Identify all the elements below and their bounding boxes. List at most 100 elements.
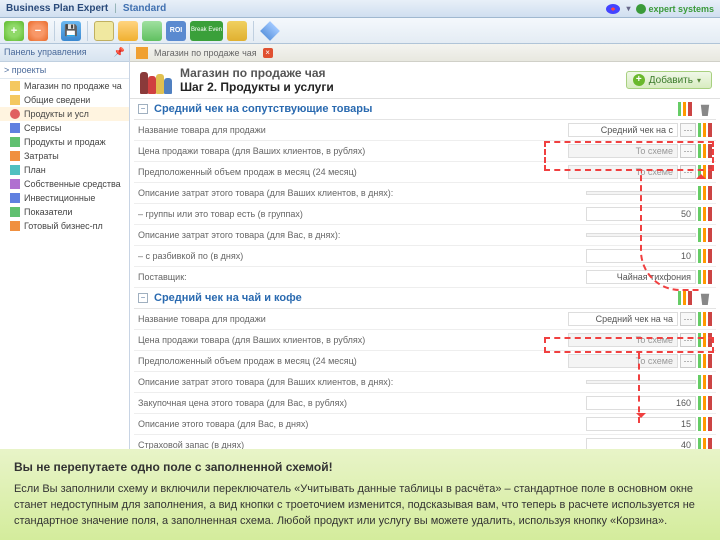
page-step: Шаг 2. Продукты и услуги	[180, 80, 334, 94]
field-label: – с разбивкой по (в днях)	[138, 251, 586, 261]
titlebar: Business Plan Expert | Standard ▾ expert…	[0, 0, 720, 18]
mini-chart-icon[interactable]	[698, 354, 712, 368]
breadcrumb: Магазин по продаже чая ×	[130, 44, 720, 62]
sidebar-item[interactable]: Продукты и усл	[0, 107, 129, 121]
language-icon[interactable]	[606, 4, 620, 14]
sidebar-item-icon	[10, 109, 20, 119]
mini-chart-icon[interactable]	[698, 396, 712, 410]
form-row: Цена продажи товара (для Ваших клиентов,…	[134, 141, 716, 162]
dots-button[interactable]: ⋯	[680, 333, 696, 347]
toolbar-sep	[253, 21, 254, 41]
breadcrumb-text[interactable]: Магазин по продаже чая	[154, 48, 257, 58]
save-button[interactable]: 💾	[61, 21, 81, 41]
sidebar-item-icon	[10, 165, 20, 175]
field-label: Предположенный объем продаж в месяц (24 …	[138, 356, 568, 366]
sidebar-item[interactable]: Общие сведени	[0, 93, 129, 107]
field-value[interactable]: То схеме	[568, 333, 678, 347]
field-value[interactable]: Средний чек на с	[568, 123, 678, 137]
dots-button[interactable]: ⋯	[680, 123, 696, 137]
field-label: Поставщик:	[138, 272, 586, 282]
field-value[interactable]: Средний чек на ча	[568, 312, 678, 326]
sidebar-item[interactable]: Продукты и продаж	[0, 135, 129, 149]
trash-icon[interactable]	[698, 291, 712, 305]
sidebar-item[interactable]: Инвестиционные	[0, 191, 129, 205]
chart-button[interactable]	[142, 21, 162, 41]
sidebar-item-label: Затраты	[24, 151, 59, 161]
form-row: Название товара для продажиСредний чек н…	[134, 309, 716, 330]
sidebar-item-label: Инвестиционные	[24, 193, 95, 203]
sidebar-item[interactable]: Показатели	[0, 205, 129, 219]
dropdown-icon[interactable]: ▾	[626, 4, 630, 13]
mini-chart-icon[interactable]	[698, 270, 712, 284]
mini-chart-icon[interactable]	[698, 333, 712, 347]
mini-chart-icon[interactable]	[698, 228, 712, 242]
chart-icon[interactable]	[678, 291, 692, 305]
field-value[interactable]: То схеме	[568, 144, 678, 158]
main-area: Магазин по продаже чая × Магазин по прод…	[130, 44, 720, 464]
chart-icon[interactable]	[678, 102, 692, 116]
breakeven-button[interactable]: Break Even	[190, 21, 223, 41]
tip-body: Если Вы заполнили схему и включили перек…	[14, 482, 706, 530]
mini-chart-icon[interactable]	[698, 375, 712, 389]
mini-chart-icon[interactable]	[698, 186, 712, 200]
sidebar-item[interactable]: Сервисы	[0, 121, 129, 135]
form-row: – с разбивкой по (в днях)10	[134, 246, 716, 267]
mini-chart-icon[interactable]	[698, 312, 712, 326]
field-value[interactable]: 160	[586, 396, 696, 410]
sidebar-item-icon	[10, 193, 20, 203]
sidebar-root[interactable]: Магазин по продаже ча	[0, 79, 129, 93]
form-row: Предположенный объем продаж в месяц (24 …	[134, 351, 716, 372]
calc-button[interactable]	[94, 21, 114, 41]
page-header: Магазин по продаже чая Шаг 2. Продукты и…	[130, 62, 720, 99]
roi-button[interactable]: ROI	[166, 21, 186, 41]
toolbar-sep	[54, 21, 55, 41]
add-button[interactable]: +	[4, 21, 24, 41]
puzzle-button[interactable]	[227, 21, 247, 41]
sidebar-item[interactable]: Собственные средства	[0, 177, 129, 191]
field-label: Описание этого товара (для Вас, в днях)	[138, 419, 586, 429]
field-label: – группы или это товар есть (в группах)	[138, 209, 586, 219]
close-tab-icon[interactable]: ×	[263, 48, 273, 58]
app-mode: Standard	[123, 3, 166, 14]
funnel-button[interactable]	[118, 21, 138, 41]
sidebar-item-label: Продукты и продаж	[24, 137, 106, 147]
sidebar-item-icon	[10, 95, 20, 105]
title-sep: |	[114, 3, 117, 14]
pin-icon[interactable]: 📌	[114, 47, 125, 58]
form-row: – группы или это товар есть (в группах)5…	[134, 204, 716, 225]
diamond-button[interactable]	[260, 21, 280, 41]
trash-icon[interactable]	[698, 102, 712, 116]
form-row: Закупочная цена этого товара (для Вас, в…	[134, 393, 716, 414]
sidebar-item-icon	[10, 151, 20, 161]
mini-chart-icon[interactable]	[698, 207, 712, 221]
form-row: Описание затрат этого товара (для Вас, в…	[134, 225, 716, 246]
mini-chart-icon[interactable]	[698, 417, 712, 431]
sidebar-projects[interactable]: > проекты	[0, 62, 129, 79]
collapse-icon[interactable]: −	[138, 104, 148, 114]
section-title: Средний чек на сопутствующие товары	[154, 103, 672, 115]
field-label: Описание затрат этого товара (для Ваших …	[138, 188, 586, 198]
collapse-icon[interactable]: −	[138, 293, 148, 303]
dots-button[interactable]: ⋯	[680, 144, 696, 158]
sidebar-item-icon	[10, 179, 20, 189]
mini-chart-icon[interactable]	[698, 144, 712, 158]
add-product-button[interactable]: Добавить	[626, 71, 712, 89]
sidebar-item-icon	[10, 137, 20, 147]
delete-button[interactable]: −	[28, 21, 48, 41]
tip-title: Вы не перепутаете одно поле с заполненно…	[14, 459, 706, 476]
field-value[interactable]	[586, 380, 696, 384]
dots-button[interactable]: ⋯	[680, 354, 696, 368]
mini-chart-icon[interactable]	[698, 123, 712, 137]
form-area: −Средний чек на сопутствующие товарыНазв…	[130, 99, 720, 464]
mini-chart-icon[interactable]	[698, 249, 712, 263]
form-row: Предположенный объем продаж в месяц (24 …	[134, 162, 716, 183]
sidebar-item[interactable]: План	[0, 163, 129, 177]
dots-button[interactable]: ⋯	[680, 312, 696, 326]
field-value[interactable]: То схеме	[568, 354, 678, 368]
sidebar-item[interactable]: Затраты	[0, 149, 129, 163]
sidebar-item-label: Собственные средства	[24, 179, 121, 189]
bottles-icon	[138, 66, 172, 94]
form-row: Поставщик:Чайная тихфония	[134, 267, 716, 288]
home-icon[interactable]	[136, 47, 148, 59]
sidebar-item[interactable]: Готовый бизнес-пл	[0, 219, 129, 233]
